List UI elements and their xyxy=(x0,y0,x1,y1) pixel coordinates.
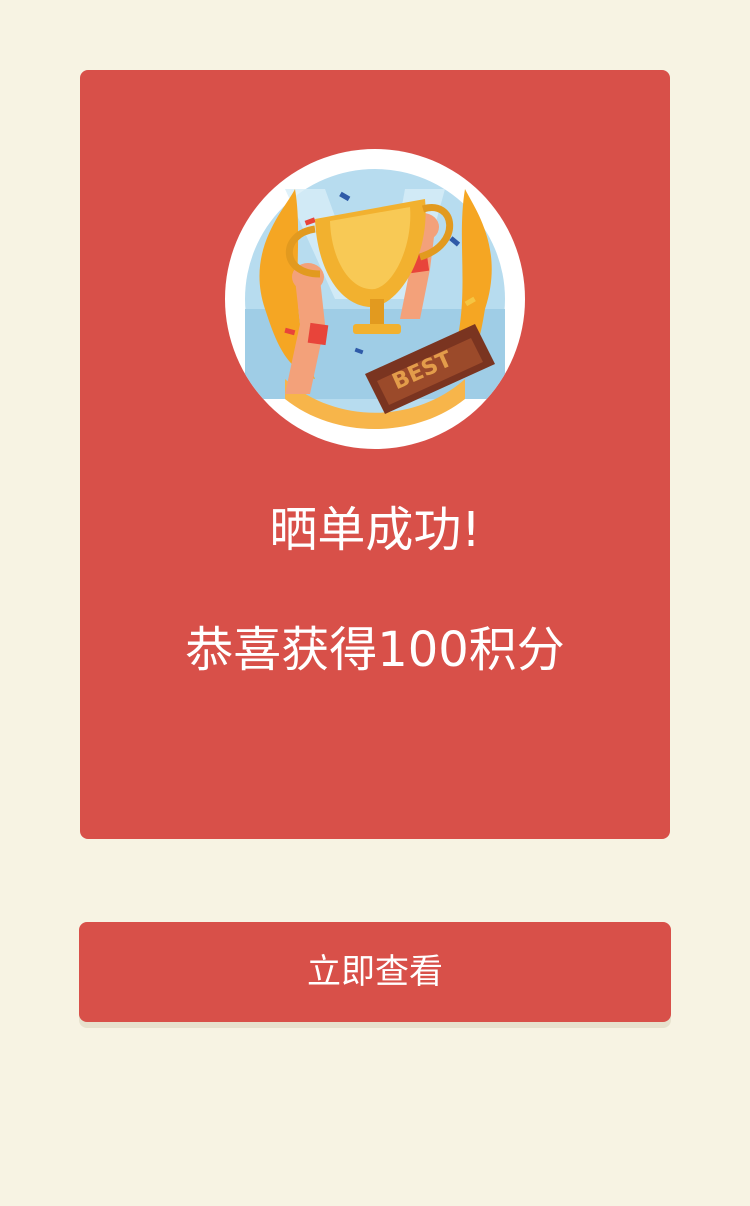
trophy-icon: BEST xyxy=(245,169,505,429)
reward-message: 恭喜获得100积分 xyxy=(185,622,565,678)
trophy-badge: BEST xyxy=(225,149,525,449)
success-card: BEST 晒单成功! 恭喜获得100积分 xyxy=(80,70,670,839)
success-title: 晒单成功! xyxy=(269,502,481,558)
view-now-button[interactable]: 立即查看 xyxy=(79,922,671,1022)
view-now-button-wrap: 立即查看 xyxy=(79,922,671,1028)
